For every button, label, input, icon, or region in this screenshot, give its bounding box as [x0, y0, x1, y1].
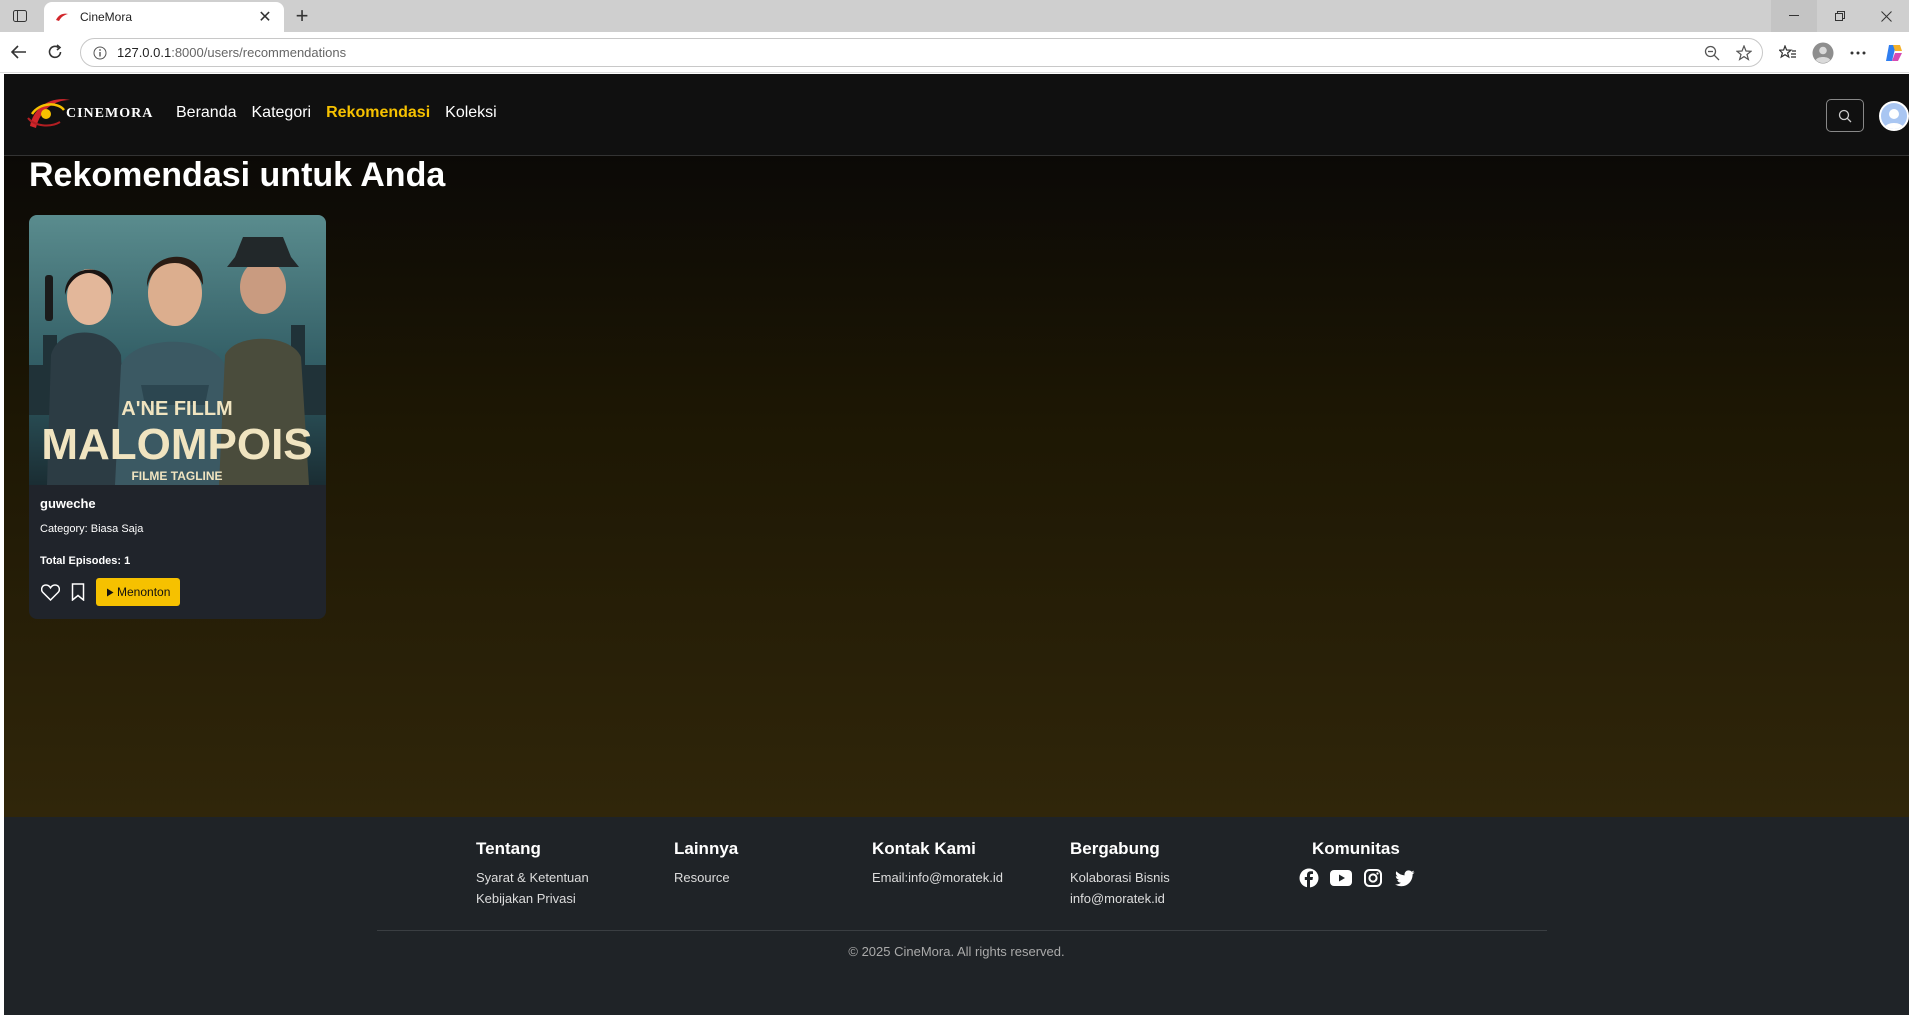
- sidebar-toggle-icon[interactable]: [8, 6, 32, 26]
- footer-about-heading: Tentang: [476, 839, 541, 858]
- movie-episodes: Total Episodes: 1: [40, 555, 131, 567]
- more-options-icon[interactable]: [1846, 41, 1870, 65]
- main-nav: Beranda Kategori Rekomendasi Koleksi: [176, 104, 497, 122]
- close-tab-icon[interactable]: ✕: [256, 8, 274, 26]
- footer-col-community: Komunitas: [1298, 839, 1416, 889]
- site-header: CINEMORA Beranda Kategori Rekomendasi Ko…: [4, 74, 1909, 156]
- footer-link-privacy[interactable]: Kebijakan Privasi: [476, 888, 589, 909]
- poster-line1: A'NE FILLM: [121, 398, 232, 420]
- watch-button[interactable]: Menonton: [96, 578, 181, 606]
- youtube-icon[interactable]: [1330, 867, 1352, 889]
- footer-link-terms[interactable]: Syarat & Ketentuan: [476, 867, 589, 888]
- page-title: Rekomendasi untuk Anda: [29, 156, 446, 194]
- logo-text: CINEMORA: [66, 106, 154, 121]
- zoom-out-icon[interactable]: [1698, 42, 1726, 64]
- browser-tab[interactable]: CineMora ✕: [44, 2, 284, 32]
- poster-tagline: FILME TAGLINE: [131, 469, 222, 483]
- footer-divider: [377, 930, 1547, 931]
- footer-col-about: Tentang Syarat & Ketentuan Kebijakan Pri…: [476, 839, 589, 909]
- movie-category: Category: Biasa Saja: [40, 523, 144, 535]
- browser-toolbar: 127.0.0.1:8000/users/recommendations: [0, 32, 1909, 73]
- footer-col-join: Bergabung Kolaborasi Bisnis info@moratek…: [1070, 839, 1170, 909]
- footer-col-contact: Kontak Kami Email:info@moratek.id: [872, 839, 1003, 888]
- tab-title: CineMora: [80, 10, 133, 24]
- movie-poster[interactable]: A'NE FILLM MALOMPOIS FILME TAGLINE: [29, 215, 326, 485]
- footer-link-email[interactable]: Email:info@moratek.id: [872, 867, 1003, 888]
- favorites-list-icon[interactable]: [1776, 41, 1800, 65]
- nav-kategori[interactable]: Kategori: [252, 104, 312, 122]
- close-window-button[interactable]: [1863, 0, 1909, 32]
- search-icon: [1838, 109, 1852, 122]
- copilot-icon[interactable]: [1882, 41, 1906, 65]
- movie-card[interactable]: A'NE FILLM MALOMPOIS FILME TAGLINE guwec…: [29, 215, 326, 619]
- window-controls: [1771, 0, 1909, 32]
- footer-join-heading: Bergabung: [1070, 839, 1160, 858]
- instagram-icon[interactable]: [1362, 867, 1384, 889]
- restore-button[interactable]: [1817, 0, 1863, 32]
- user-icon: [1884, 109, 1904, 129]
- profile-avatar-icon[interactable]: [1811, 41, 1835, 65]
- new-tab-button[interactable]: +: [290, 4, 314, 28]
- heart-icon[interactable]: [40, 580, 60, 604]
- nav-koleksi[interactable]: Koleksi: [445, 104, 497, 122]
- footer-more-heading: Lainnya: [674, 839, 739, 858]
- footer-link-join-email[interactable]: info@moratek.id: [1070, 888, 1170, 909]
- site-info-icon[interactable]: [85, 43, 115, 63]
- web-page: CINEMORA Beranda Kategori Rekomendasi Ko…: [4, 74, 1909, 1015]
- main-content: Rekomendasi untuk Anda A'NE FILLM MALOMP…: [4, 156, 1909, 817]
- card-actions: Menonton: [40, 578, 181, 606]
- user-avatar[interactable]: [1879, 101, 1909, 131]
- url-host: 127.0.0.1: [117, 45, 172, 60]
- favorite-star-icon[interactable]: [1730, 42, 1758, 64]
- cinemora-logo[interactable]: CINEMORA: [24, 92, 153, 136]
- url-text: 127.0.0.1:8000/users/recommendations: [117, 45, 1698, 60]
- social-icons: [1298, 867, 1416, 889]
- footer-link-resource[interactable]: Resource: [674, 867, 738, 888]
- footer-col-more: Lainnya Resource: [674, 839, 738, 888]
- footer-community-heading: Komunitas: [1312, 839, 1400, 858]
- nav-rekomendasi[interactable]: Rekomendasi: [326, 104, 430, 122]
- facebook-icon[interactable]: [1298, 867, 1320, 889]
- footer-link-business[interactable]: Kolaborasi Bisnis: [1070, 867, 1170, 888]
- twitter-icon[interactable]: [1394, 867, 1416, 889]
- poster-line2: MALOMPOIS: [41, 420, 312, 469]
- back-arrow-icon[interactable]: [8, 41, 30, 63]
- site-footer: Tentang Syarat & Ketentuan Kebijakan Pri…: [4, 817, 1909, 1015]
- cinemora-favicon-icon: [54, 9, 70, 25]
- search-button[interactable]: [1826, 99, 1864, 132]
- nav-beranda[interactable]: Beranda: [176, 104, 237, 122]
- cinemora-logo-icon: [27, 99, 70, 128]
- minimize-button[interactable]: [1771, 0, 1817, 32]
- address-bar[interactable]: 127.0.0.1:8000/users/recommendations: [80, 38, 1763, 67]
- movie-title[interactable]: guweche: [40, 496, 96, 511]
- browser-tabstrip: CineMora ✕ +: [0, 0, 1909, 32]
- bookmark-icon[interactable]: [68, 580, 88, 604]
- url-path: :8000/users/recommendations: [171, 45, 347, 60]
- copyright-text: © 2025 CineMora. All rights reserved.: [848, 944, 1065, 959]
- footer-contact-heading: Kontak Kami: [872, 839, 976, 858]
- reload-icon[interactable]: [44, 41, 66, 63]
- play-icon: [107, 588, 114, 596]
- watch-button-label: Menonton: [117, 585, 171, 599]
